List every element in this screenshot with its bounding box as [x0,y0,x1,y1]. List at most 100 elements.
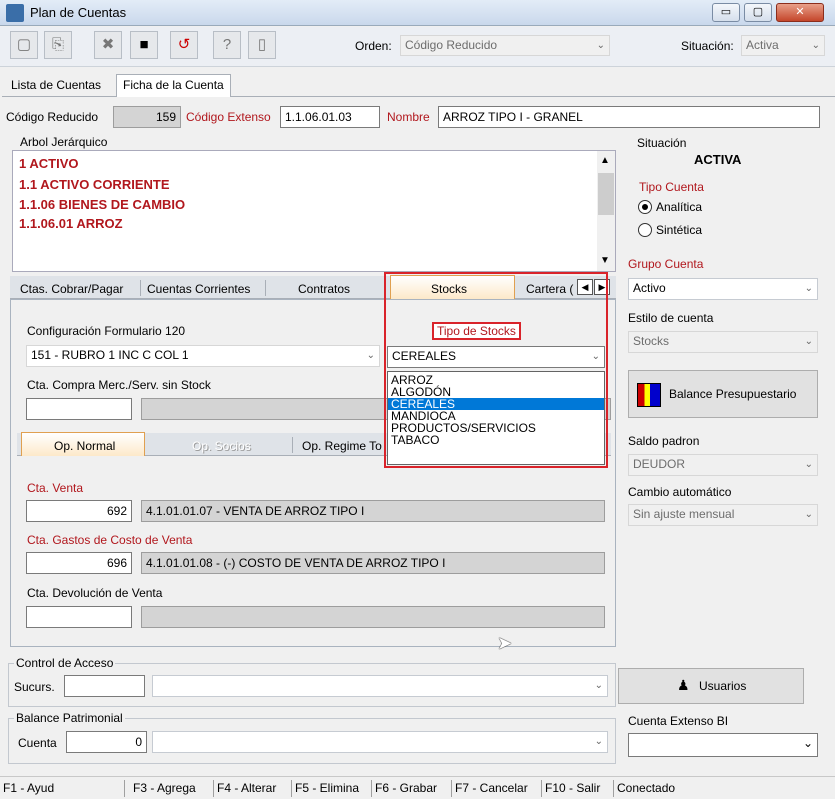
cuenta-field[interactable]: 0 [66,731,147,753]
cta-gastos-desc: 4.1.01.01.08 - (-) COSTO DE VENTA DE ARR… [141,552,605,574]
tab-separator [292,437,293,453]
codigo-extenso-field[interactable]: 1.1.06.01.03 [280,106,380,128]
close-button[interactable]: ✕ [776,3,824,22]
delete-icon[interactable]: ✖ [94,31,122,59]
cuenta-select[interactable]: ⌄ [152,731,608,753]
situacion-select[interactable]: Activa ⌄ [741,35,825,56]
estilo-label: Estilo de cuenta [628,311,714,325]
chevron-down-icon: ⌄ [594,680,603,691]
chevron-down-icon: ⌄ [811,40,820,51]
scroll-up-icon[interactable]: ▲ [600,155,610,166]
user-icon: ♟ [677,677,690,693]
config-formulario-value: 151 - RUBRO 1 INC C COL 1 [31,348,189,362]
arbol-label: Arbol Jerárquico [20,135,108,149]
cta-gastos-label: Cta. Gastos de Costo de Venta [27,533,193,547]
maximize-button[interactable]: ▢ [744,3,772,22]
saldo-label: Saldo padron [628,434,700,448]
minimize-button[interactable]: ▭ [712,3,740,22]
chevron-down-icon: ⌄ [366,350,375,361]
estilo-select[interactable]: Stocks ⌄ [628,331,818,353]
status-f4[interactable]: F4 - Alterar [214,780,292,797]
chevron-down-icon: ⌄ [802,736,813,750]
cta-compra-code[interactable] [26,398,132,420]
tab-lista-de-cuentas[interactable]: Lista de Cuentas [4,74,109,96]
option-tabaco[interactable]: TABACO [388,434,604,446]
status-f10[interactable]: F10 - Salir [542,780,614,797]
codigo-extenso-label: Código Extenso [186,110,271,124]
saldo-value: DEUDOR [633,457,686,471]
status-connection: Conectado [617,781,676,795]
status-f6[interactable]: F6 - Grabar [372,780,452,797]
tipo-stocks-value: CEREALES [392,349,457,363]
tab-op-normal-bg[interactable]: Op. Normal [21,432,145,456]
tab-separator [140,280,141,296]
window-title: Plan de Cuentas [30,5,127,20]
tab-ctas-cobrar-pagar[interactable]: Ctas. Cobrar/Pagar [20,282,123,296]
analitica-radio[interactable] [638,200,652,214]
config-formulario-select[interactable]: 151 - RUBRO 1 INC C COL 1 ⌄ [26,345,380,367]
cta-devolucion-desc [141,606,605,628]
chevron-down-icon: ⌄ [591,351,600,362]
grupo-cuenta-select[interactable]: Activo ⌄ [628,278,818,300]
status-f5[interactable]: F5 - Elimina [292,780,372,797]
orden-select[interactable]: Código Reducido ⌄ [400,35,610,56]
balance-presupuestario-button[interactable]: Balance Presupuestario [628,370,818,418]
tree-item[interactable]: 1.1.06.01 ARROZ [19,216,123,231]
status-bar: F1 - Ayud F3 - Agrega F4 - Alterar F5 - … [0,776,835,799]
arbol-tree[interactable]: 1 ACTIVO 1.1 ACTIVO CORRIENTE 1.1.06 BIE… [12,150,616,272]
cta-venta-desc: 4.1.01.01.07 - VENTA DE ARROZ TIPO I [141,500,605,522]
chevron-down-icon: ⌄ [804,459,813,470]
nombre-field[interactable]: ARROZ TIPO I - GRANEL [438,106,820,128]
tab-op-socios[interactable]: Op. Socios [192,439,251,453]
help-icon[interactable]: ? [213,31,241,59]
scroll-down-icon[interactable]: ▼ [600,255,610,266]
tipo-stocks-select[interactable]: CEREALES ⌄ [387,346,605,368]
undo-icon[interactable]: ↺ [170,31,198,59]
sintetica-label: Sintética [656,223,703,237]
tab-contratos[interactable]: Contratos [298,282,350,296]
cambio-select[interactable]: Sin ajuste mensual ⌄ [628,504,818,526]
cta-compra-label: Cta. Compra Merc./Serv. sin Stock [27,378,211,392]
tree-item[interactable]: 1 ACTIVO [19,156,78,171]
sucurs-select[interactable]: ⌄ [152,675,608,697]
usuarios-button[interactable]: ♟ Usuarios [618,668,804,704]
copy-icon[interactable]: ⎘ [44,31,72,59]
chevron-down-icon: ⌄ [804,283,813,294]
orden-label: Orden: [355,39,392,53]
tab-cuentas-corrientes[interactable]: Cuentas Corrientes [147,282,250,296]
save-icon[interactable]: ■ [130,31,158,59]
scroll-thumb[interactable] [598,173,614,215]
status-f1[interactable]: F1 - Ayud [0,780,125,797]
status-f7[interactable]: F7 - Cancelar [452,780,542,797]
status-f3[interactable]: F3 - Agrega [130,780,214,797]
cta-gastos-code[interactable]: 696 [26,552,132,574]
sintetica-radio[interactable] [638,223,652,237]
tipo-stocks-dropdown: ARROZ ALGODÓN CEREALES MANDIOCA PRODUCTO… [387,371,605,465]
sucurs-code[interactable] [64,675,145,697]
tab-op-regime[interactable]: Op. Regime To [302,439,382,453]
cuenta-extenso-select[interactable]: ⌄ [628,733,818,757]
tree-item[interactable]: 1.1.06 BIENES DE CAMBIO [19,197,185,212]
chart-icon [637,383,661,407]
tab-ficha-de-la-cuenta[interactable]: Ficha de la Cuenta [116,74,231,97]
saldo-select[interactable]: DEUDOR ⌄ [628,454,818,476]
config-formulario-label: Configuración Formulario 120 [27,324,186,338]
tab-op-normal[interactable]: Op. Normal [54,439,115,453]
new-icon[interactable]: ▢ [10,31,38,59]
tree-item[interactable]: 1.1 ACTIVO CORRIENTE [19,177,169,192]
exit-icon[interactable]: ▯ [248,31,276,59]
tree-scrollbar[interactable]: ▲ ▼ [597,151,615,271]
tab-separator [265,280,266,296]
cambio-value: Sin ajuste mensual [633,507,735,521]
app-icon [6,4,24,22]
orden-value: Código Reducido [405,38,498,52]
cambio-label: Cambio automático [628,485,732,499]
situacion-filter-label: Situación: [681,39,734,53]
usuarios-label: Usuarios [699,679,747,693]
mouse-cursor-icon: ➤ [497,633,513,653]
grupo-cuenta-label: Grupo Cuenta [628,257,704,271]
tipo-stocks-label: Tipo de Stocks [432,322,521,340]
situacion-filter-value: Activa [746,38,779,52]
cta-venta-code[interactable]: 692 [26,500,132,522]
cta-devolucion-code[interactable] [26,606,132,628]
